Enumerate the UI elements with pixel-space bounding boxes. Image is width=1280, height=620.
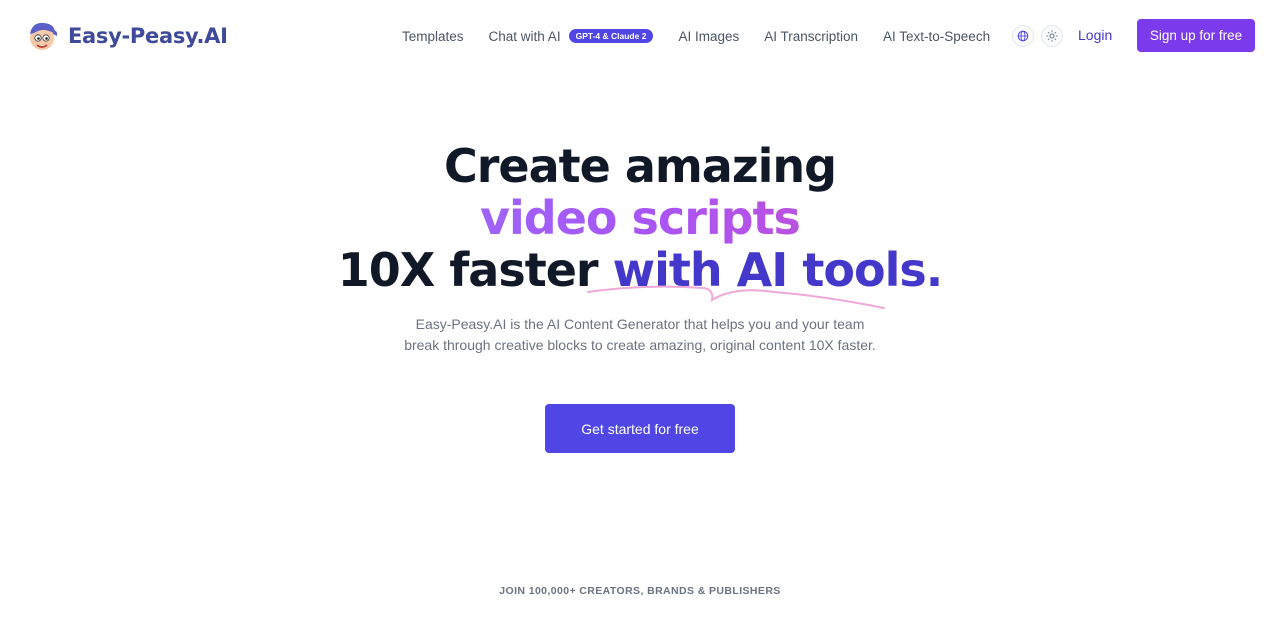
- hero-line-3-plain: 10X faster: [337, 243, 613, 297]
- theme-toggle-button[interactable]: [1041, 25, 1064, 47]
- chat-model-badge: GPT-4 & Claude 2: [568, 28, 654, 44]
- nav-ai-images[interactable]: AI Images: [678, 29, 739, 44]
- hero-line-3-highlight: with AI tools.: [612, 243, 944, 297]
- signup-button[interactable]: Sign up for free: [1137, 19, 1255, 52]
- get-started-button[interactable]: Get started for free: [545, 404, 735, 453]
- mascot-logo-icon: [30, 22, 58, 50]
- login-link[interactable]: Login: [1078, 27, 1112, 43]
- language-button[interactable]: [1012, 25, 1035, 47]
- hero-line-3: 10X faster with AI tools.: [0, 244, 1280, 296]
- hero-line-2: video scripts: [0, 192, 1280, 244]
- sun-icon: [1046, 30, 1058, 42]
- hero-heading: Create amazing video scripts 10X faster …: [0, 140, 1280, 296]
- nav-templates[interactable]: Templates: [402, 29, 464, 44]
- nav-ai-transcription[interactable]: AI Transcription: [764, 29, 858, 44]
- main-nav: Templates Chat with AI GPT-4 & Claude 2 …: [402, 24, 1070, 48]
- brand-logo-link[interactable]: Easy-Peasy.AI: [24, 18, 228, 54]
- globe-icon: [1017, 30, 1029, 42]
- hero-subtitle: Easy-Peasy.AI is the AI Content Generato…: [404, 316, 876, 353]
- site-header: Easy-Peasy.AI Templates Chat with AI GPT…: [0, 0, 1280, 70]
- nav-chat-label: Chat with AI: [488, 28, 561, 44]
- nav-chat-with-ai[interactable]: Chat with AI GPT-4 & Claude 2: [489, 29, 654, 44]
- brand-name: Easy-Peasy.AI: [68, 24, 228, 48]
- hero-line-1: Create amazing: [443, 139, 837, 193]
- social-proof-text: JOIN 100,000+ CREATORS, BRANDS & PUBLISH…: [499, 585, 781, 597]
- nav-ai-text-to-speech[interactable]: AI Text-to-Speech: [883, 29, 990, 44]
